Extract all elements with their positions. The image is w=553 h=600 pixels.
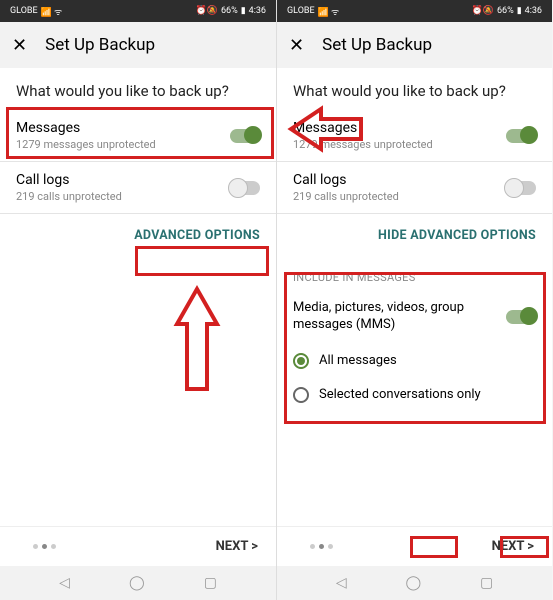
nav-home-icon[interactable]: ◯ [129,575,145,591]
next-button[interactable]: NEXT > [216,539,258,554]
messages-subtext: 1279 messages unprotected [293,138,433,151]
footer-bar: NEXT > [277,526,552,566]
clock-text: 4:36 [525,6,542,16]
calllogs-label: Call logs [293,172,399,188]
screen-left: GLOBE📶 ᯤ ⏰🔕66%▮4:36 ✕ Set Up Backup What… [0,0,276,600]
alarm-icon: ⏰🔕 [472,6,494,16]
media-label: Media, pictures, videos, group messages … [293,300,473,334]
calllogs-label: Call logs [16,172,122,188]
title-bar: ✕ Set Up Backup [0,22,276,68]
hide-advanced-options-link[interactable]: HIDE ADVANCED OPTIONS [293,214,536,257]
battery-icon: ▮ [517,6,522,16]
messages-toggle[interactable] [506,129,536,143]
calllogs-subtext: 219 calls unprotected [293,190,399,203]
alarm-icon: ⏰🔕 [196,6,218,16]
calllogs-row[interactable]: Call logs 219 calls unprotected [293,162,536,213]
battery-text: 66% [221,6,238,16]
nav-recent-icon[interactable]: ▢ [204,575,217,591]
radio-selected-label: Selected conversations only [319,387,481,402]
signal-icon: 📶 ᯤ [41,5,63,18]
messages-toggle[interactable] [230,129,260,143]
battery-text: 66% [497,6,514,16]
advanced-section: INCLUDE IN MESSAGES Media, pictures, vid… [293,257,536,420]
footer-bar: NEXT > [0,526,276,566]
media-row[interactable]: Media, pictures, videos, group messages … [293,290,536,344]
signal-icon: 📶 ᯤ [318,5,340,18]
messages-row[interactable]: Messages 1279 messages unprotected [293,110,536,161]
battery-icon: ▮ [241,6,246,16]
page-dots [33,544,56,549]
clock-text: 4:36 [249,6,266,16]
media-toggle[interactable] [506,310,536,324]
messages-subtext: 1279 messages unprotected [16,138,156,151]
radio-unselected-icon[interactable] [293,387,309,403]
carrier-label: GLOBE [287,6,315,16]
nav-back-icon[interactable]: ◁ [59,575,70,591]
question-text: What would you like to back up? [293,68,536,110]
nav-back-icon[interactable]: ◁ [336,575,347,591]
screen-right: GLOBE📶 ᯤ ⏰🔕66%▮4:36 ✕ Set Up Backup What… [276,0,552,600]
status-bar: GLOBE📶 ᯤ ⏰🔕66%▮4:36 [0,0,276,22]
status-bar: GLOBE📶 ᯤ ⏰🔕66%▮4:36 [277,0,552,22]
advanced-header: INCLUDE IN MESSAGES [293,265,536,290]
close-icon[interactable]: ✕ [289,35,304,56]
nav-bar: ◁ ◯ ▢ [277,566,552,600]
messages-label: Messages [293,120,433,136]
messages-label: Messages [16,120,156,136]
advanced-options-link[interactable]: ADVANCED OPTIONS [16,214,260,257]
calllogs-toggle[interactable] [230,181,260,195]
nav-home-icon[interactable]: ◯ [405,575,421,591]
title-bar: ✕ Set Up Backup [277,22,552,68]
close-icon[interactable]: ✕ [12,35,27,56]
nav-bar: ◁ ◯ ▢ [0,566,276,600]
nav-recent-icon[interactable]: ▢ [480,575,493,591]
calllogs-toggle[interactable] [506,181,536,195]
radio-selected-row[interactable]: Selected conversations only [293,378,536,412]
radio-all-label: All messages [319,353,397,368]
calllogs-subtext: 219 calls unprotected [16,190,122,203]
messages-row[interactable]: Messages 1279 messages unprotected [16,110,260,161]
calllogs-row[interactable]: Call logs 219 calls unprotected [16,162,260,213]
page-title: Set Up Backup [45,35,155,55]
radio-selected-icon[interactable] [293,353,309,369]
page-dots [310,544,333,549]
question-text: What would you like to back up? [16,68,260,110]
next-button[interactable]: NEXT > [492,539,534,554]
radio-all-row[interactable]: All messages [293,344,536,378]
carrier-label: GLOBE [10,6,38,16]
page-title: Set Up Backup [322,35,432,55]
